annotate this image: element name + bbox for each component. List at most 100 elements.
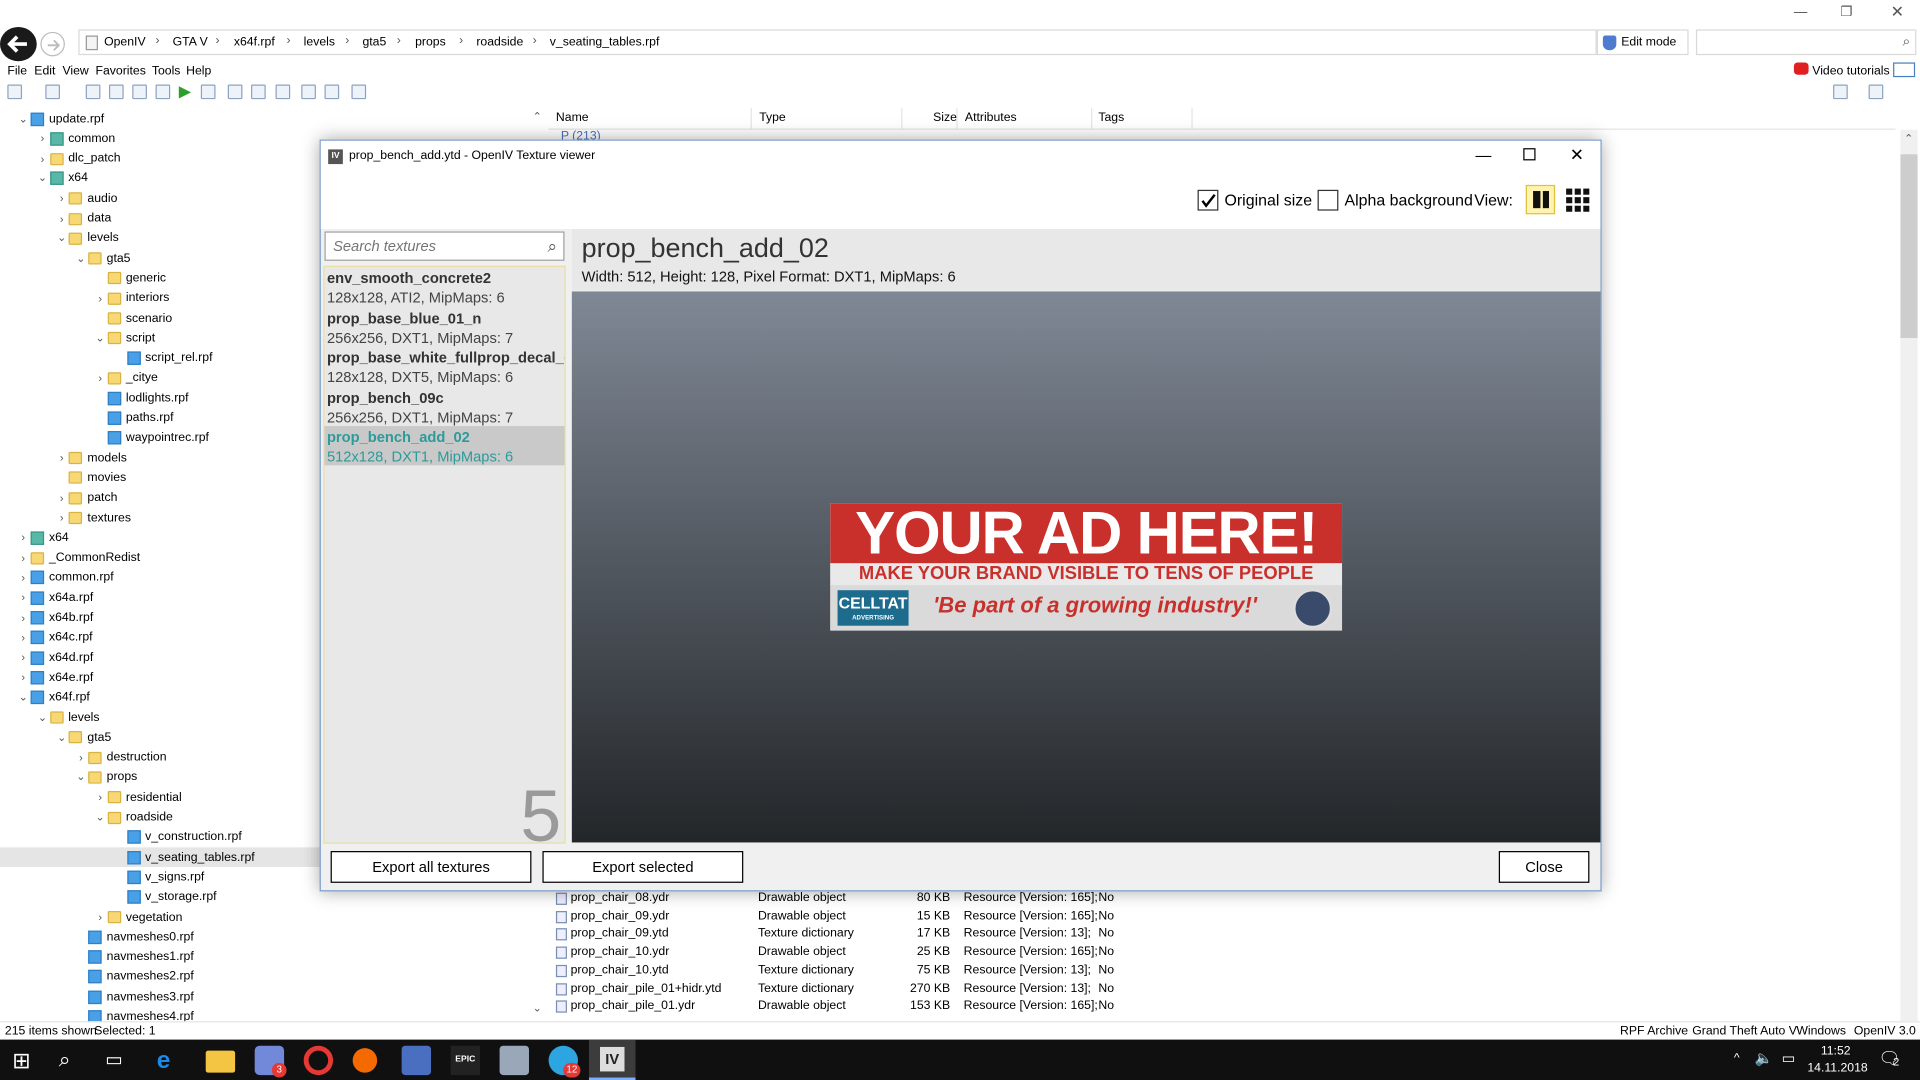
search-file-icon[interactable] <box>227 84 243 100</box>
openiv-taskbar-button[interactable]: IV <box>588 1039 636 1080</box>
scrollbar-thumb[interactable] <box>1900 154 1918 338</box>
tree-node[interactable]: navmeshes3.rpf <box>74 987 194 1007</box>
breadcrumb-gtav[interactable]: GTA V <box>173 36 208 49</box>
tree-node[interactable]: › x64b.rpf <box>16 608 93 628</box>
image-icon[interactable] <box>132 84 147 100</box>
tree-node[interactable]: › x64a.rpf <box>16 588 93 608</box>
scroll-up-icon[interactable]: ⌃ <box>1904 132 1913 145</box>
collapse-arrow-icon[interactable]: ⌄ <box>54 232 69 245</box>
expand-arrow-icon[interactable]: › <box>54 492 69 504</box>
tree-node[interactable]: ⌄ update.rpf <box>16 109 104 129</box>
close-icon[interactable]: ✕ <box>1891 2 1904 22</box>
breadcrumb-openiv[interactable]: OpenIV <box>104 36 146 49</box>
scroll-up-icon[interactable]: ⌃ <box>533 110 542 123</box>
breadcrumb-props[interactable]: props <box>415 36 446 49</box>
menu-file[interactable]: File <box>7 65 27 78</box>
origin-icon[interactable] <box>352 1048 378 1073</box>
clock-time[interactable]: 11:52 <box>1821 1044 1851 1057</box>
texture-list-item[interactable]: prop_bench_09c 256x256, DXT1, MipMaps: 7 <box>324 387 564 426</box>
panel-icon[interactable] <box>1893 62 1916 78</box>
expand-arrow-icon[interactable]: › <box>35 153 50 165</box>
tree-node[interactable]: ⌄ gta5 <box>54 728 111 748</box>
column-name[interactable]: Name <box>556 111 589 124</box>
tree-node[interactable]: generic <box>93 269 166 289</box>
close-button[interactable]: Close <box>1498 851 1590 883</box>
dialog-maximize-icon[interactable] <box>1523 148 1536 161</box>
expand-arrow-icon[interactable]: › <box>35 133 50 145</box>
tree-node[interactable]: lodlights.rpf <box>93 388 188 408</box>
expand-arrow-icon[interactable]: › <box>93 791 108 803</box>
refresh-icon[interactable] <box>85 84 101 100</box>
volume-icon[interactable]: 🔈 <box>1755 1049 1773 1066</box>
forward-button[interactable] <box>40 31 65 57</box>
expand-arrow-icon[interactable]: › <box>16 532 31 544</box>
column-attributes[interactable]: Attributes <box>965 111 1017 124</box>
preview-pane-icon[interactable] <box>1868 84 1884 100</box>
discord-icon[interactable]: 3 <box>254 1045 287 1078</box>
alpha-background-checkbox[interactable] <box>1317 189 1339 211</box>
original-size-checkbox[interactable] <box>1197 189 1219 211</box>
collapse-arrow-icon[interactable]: ⌄ <box>93 332 108 345</box>
tree-node[interactable]: › common.rpf <box>16 568 114 588</box>
breadcrumb-v-seating-tables[interactable]: v_seating_tables.rpf <box>550 36 660 49</box>
tree-node[interactable]: › vegetation <box>93 907 182 927</box>
tree-node[interactable]: › textures <box>54 508 131 528</box>
tree-node[interactable]: navmeshes0.rpf <box>74 927 194 947</box>
texture-list[interactable]: 5 env_smooth_concrete2 128x128, ATI2, Mip… <box>323 265 566 844</box>
tree-node[interactable]: v_construction.rpf <box>112 828 242 848</box>
expand-arrow-icon[interactable]: › <box>16 572 31 584</box>
tree-node[interactable]: script_rel.rpf <box>112 348 212 368</box>
text-icon[interactable] <box>275 84 291 100</box>
export-selected-button[interactable]: Export selected <box>542 851 744 883</box>
global-search-input[interactable]: ⌕ <box>1695 29 1917 56</box>
export-all-textures-button[interactable]: Export all textures <box>330 851 532 883</box>
dialog-minimize-icon[interactable]: — <box>1476 146 1492 164</box>
tree-node[interactable]: paths.rpf <box>93 408 174 428</box>
dialog-close-icon[interactable]: ✕ <box>1570 144 1584 165</box>
clock-date[interactable]: 14.11.2018 <box>1807 1062 1867 1075</box>
back-button[interactable] <box>0 26 37 62</box>
expand-arrow-icon[interactable]: › <box>93 372 108 384</box>
scroll-down-icon[interactable]: ⌄ <box>533 1002 542 1015</box>
tree-node[interactable]: › x64e.rpf <box>16 668 93 688</box>
table-row[interactable]: prop_chair_pile_01+hidr.ytd Texture dicti… <box>553 980 1888 997</box>
address-bar[interactable]: OpenIV › GTA V › x64f.rpf › levels › gta… <box>78 29 1597 56</box>
breadcrumb-levels[interactable]: levels <box>304 36 335 49</box>
breadcrumb-x64f[interactable]: x64f.rpf <box>234 36 275 49</box>
expand-arrow-icon[interactable]: › <box>16 592 31 604</box>
tree-node[interactable]: › interiors <box>93 289 169 309</box>
menu-favorites[interactable]: Favorites <box>96 65 146 78</box>
collapse-arrow-icon[interactable]: ⌄ <box>35 172 50 185</box>
properties-icon[interactable] <box>108 84 124 100</box>
collapse-arrow-icon[interactable]: ⌄ <box>16 691 31 704</box>
tree-node[interactable]: ⌄ levels <box>54 229 119 249</box>
tree-node[interactable]: navmeshes1.rpf <box>74 947 194 967</box>
single-view-button[interactable] <box>1525 184 1556 215</box>
collapse-arrow-icon[interactable]: ⌄ <box>93 811 108 824</box>
opera-icon[interactable] <box>303 1045 334 1076</box>
tree-node[interactable]: › common <box>35 129 115 149</box>
tray-chevron-icon[interactable]: ^ <box>1734 1052 1740 1065</box>
alpha-background-label[interactable]: Alpha background <box>1345 191 1473 209</box>
document-icon[interactable] <box>251 84 266 100</box>
edge-icon[interactable]: e <box>157 1046 186 1075</box>
tree-node[interactable]: waypointrec.rpf <box>93 428 209 448</box>
windows-start-icon[interactable]: ⊞ <box>12 1046 41 1075</box>
tree-node[interactable]: ⌄ props <box>74 768 137 788</box>
search-icon[interactable]: ⌕ <box>59 1046 88 1075</box>
minimize-icon[interactable]: — <box>1794 5 1807 20</box>
breadcrumb-gta5[interactable]: gta5 <box>362 36 386 49</box>
expand-arrow-icon[interactable]: › <box>16 552 31 564</box>
column-size[interactable]: Size <box>933 111 957 124</box>
view-mode-icon[interactable] <box>1833 84 1848 100</box>
texture-preview[interactable]: YOUR AD HERE! MAKE YOUR BRAND VISIBLE TO… <box>571 291 1601 843</box>
network-icon[interactable]: ▭ <box>1782 1049 1796 1066</box>
rebuild-icon[interactable] <box>351 84 367 100</box>
expand-arrow-icon[interactable]: › <box>54 512 69 524</box>
tree-node[interactable]: ⌄ x64f.rpf <box>16 688 90 708</box>
new-icon[interactable] <box>7 84 23 100</box>
tree-node[interactable]: › x64c.rpf <box>16 628 93 648</box>
tree-icon[interactable] <box>155 84 171 100</box>
export-icon[interactable] <box>200 84 216 100</box>
collapse-arrow-icon[interactable]: ⌄ <box>74 252 89 265</box>
